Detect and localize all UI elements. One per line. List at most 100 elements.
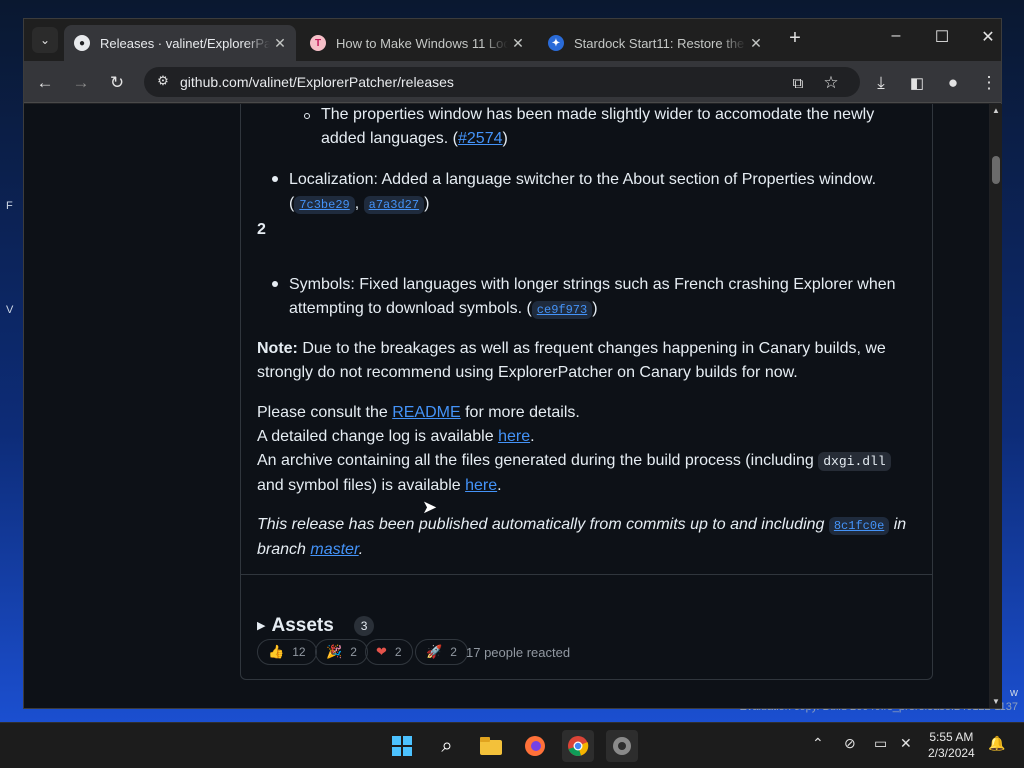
item-text-end: ) <box>502 130 508 147</box>
file-explorer-icon[interactable] <box>475 730 507 762</box>
archive-link[interactable]: here <box>465 477 497 494</box>
forward-button[interactable]: → <box>68 70 94 96</box>
scroll-thumb[interactable] <box>992 156 1000 184</box>
page-viewport: The properties window has been made slig… <box>24 104 989 708</box>
close-window-button[interactable]: ✕ <box>973 27 1003 47</box>
text: A detailed change log is available <box>257 428 499 445</box>
site-icon: T <box>310 35 326 51</box>
desktop-icon-labels: FV <box>6 200 14 316</box>
reaction-count: 12 <box>292 645 306 659</box>
list-bullet <box>272 176 278 182</box>
tab-title: Stardock Start11: Restore the Cl <box>574 35 746 51</box>
address-bar[interactable]: ⚙ github.com/valinet/ExplorerPatcher/rel… <box>144 67 860 97</box>
reaction-count: 2 <box>394 645 402 659</box>
bookmark-star-icon[interactable]: ☆ <box>818 70 844 96</box>
stardock-icon: ✦ <box>548 35 564 51</box>
notification-bell-icon[interactable]: 🔔 <box>988 735 1005 752</box>
side-panel-icon[interactable]: ◧ <box>904 70 930 96</box>
automation-paragraph: This release has been published automati… <box>257 516 907 558</box>
commit-link[interactable]: a7a3d27 <box>363 196 425 214</box>
release-note-item: Symbols: Fixed languages with longer str… <box>289 276 896 319</box>
reaction-tada[interactable]: 🎉 2 <box>315 639 368 665</box>
commit-link[interactable]: ce9f973 <box>531 301 593 319</box>
tab-title: Releases · valinet/ExplorerPatcher <box>100 35 270 51</box>
settings-app-icon[interactable] <box>606 730 638 762</box>
taskbar: ⌕ ⌃ ⊘ ▭ ✕ 5:55 AM 2/3/2024 🔔 <box>0 722 1024 768</box>
firefox-logo-icon <box>525 736 545 756</box>
volume-muted-icon[interactable]: ✕ <box>900 735 912 752</box>
text: Please consult the <box>257 404 393 421</box>
text: An archive containing all the files gene… <box>257 452 819 469</box>
maximize-button[interactable]: ☐ <box>927 27 957 47</box>
tab-search-button[interactable]: ⌄ <box>32 27 58 53</box>
triangle-right-icon: ▶ <box>257 620 266 632</box>
back-button[interactable]: ← <box>32 70 58 96</box>
tab-releases[interactable]: ● Releases · valinet/ExplorerPatcher ✕ <box>64 25 296 61</box>
chevron-down-icon: ⌄ <box>39 33 51 47</box>
chrome-icon[interactable] <box>562 730 594 762</box>
tab-title: How to Make Windows 11 Look <box>336 35 508 51</box>
close-icon[interactable]: ✕ <box>508 35 528 52</box>
reaction-heart[interactable]: ❤ 2 <box>365 639 413 665</box>
page-scrollbar[interactable]: ▲ ▼ <box>990 104 1002 708</box>
rocket-icon: 🚀 <box>426 644 443 659</box>
url-text[interactable]: github.com/valinet/ExplorerPatcher/relea… <box>180 74 454 90</box>
item-text: The properties window has been made slig… <box>321 106 875 147</box>
network-disconnected-icon[interactable]: ⊘ <box>844 735 856 752</box>
display-icon[interactable]: ▭ <box>874 735 887 752</box>
scroll-up-icon[interactable]: ▲ <box>991 106 1001 115</box>
release-note-item: The properties window has been made slig… <box>321 104 891 151</box>
start-button[interactable] <box>386 730 418 762</box>
chrome-logo-icon <box>568 736 589 756</box>
site-settings-icon[interactable]: ⚙ <box>154 73 172 91</box>
issue-link[interactable]: #2574 <box>458 130 503 147</box>
section-heading: 2 <box>257 221 266 238</box>
card-divider <box>241 574 932 575</box>
search-icon[interactable]: ⌕ <box>431 730 463 762</box>
assets-heading: Assets <box>271 615 334 636</box>
reaction-count: 2 <box>450 645 457 659</box>
profile-icon[interactable]: ● <box>940 70 966 96</box>
install-app-icon[interactable]: ⧉ <box>785 70 811 96</box>
reaction-thumbs-up[interactable]: 👍 12 <box>257 639 317 665</box>
commit-link[interactable]: 8c1fc0e <box>828 517 890 535</box>
note-paragraph: Note: Due to the breakages as well as fr… <box>257 337 907 385</box>
chevron-up-icon[interactable]: ⌃ <box>812 735 824 752</box>
note-text: Due to the breakages as well as frequent… <box>257 340 886 381</box>
chrome-window: ⌄ ● Releases · valinet/ExplorerPatcher ✕… <box>23 18 1002 709</box>
links-paragraph: Please consult the README for more detai… <box>257 401 917 498</box>
download-icon[interactable]: ⤓ <box>868 70 894 96</box>
sub-bullet <box>304 113 310 119</box>
system-clock[interactable]: 5:55 AM 2/3/2024 <box>928 729 975 761</box>
github-icon: ● <box>74 35 90 51</box>
clock-date: 2/3/2024 <box>928 746 975 760</box>
reaction-count: 2 <box>350 645 357 659</box>
firefox-icon[interactable] <box>519 730 551 762</box>
close-icon[interactable]: ✕ <box>746 35 766 52</box>
minimize-button[interactable]: – <box>881 27 911 45</box>
reload-button[interactable]: ↻ <box>104 70 130 96</box>
assets-toggle[interactable]: ▶ Assets 3 <box>257 614 375 638</box>
reaction-rocket[interactable]: 🚀 2 <box>415 639 468 665</box>
commit-link[interactable]: 7c3be29 <box>294 196 355 214</box>
windows-icon <box>392 736 412 756</box>
tab-how-to[interactable]: T How to Make Windows 11 Look ✕ <box>300 25 534 61</box>
menu-icon[interactable]: ⋮ <box>976 70 1002 96</box>
branch-link[interactable]: master <box>310 541 358 558</box>
new-tab-button[interactable]: + <box>782 27 808 50</box>
mouse-cursor-icon: ➤ <box>422 497 438 517</box>
item-text: Symbols: Fixed languages with longer str… <box>289 276 896 317</box>
release-note-item: Localization: Added a language switcher … <box>289 171 877 214</box>
browser-toolbar: ← → ↻ ⚙ github.com/valinet/ExplorerPatch… <box>24 61 1001 103</box>
text: for more details. <box>460 404 580 421</box>
scroll-down-icon[interactable]: ▼ <box>991 697 1001 706</box>
changelog-link[interactable]: here <box>498 428 530 445</box>
readme-link[interactable]: README <box>392 404 460 421</box>
clock-time: 5:55 AM <box>929 730 974 744</box>
tada-icon: 🎉 <box>326 644 343 659</box>
list-bullet <box>272 281 278 287</box>
close-icon[interactable]: ✕ <box>270 35 290 52</box>
inline-code: dxgi.dll <box>818 452 891 471</box>
tab-strip: ⌄ ● Releases · valinet/ExplorerPatcher ✕… <box>24 19 1001 61</box>
tab-stardock[interactable]: ✦ Stardock Start11: Restore the Cl ✕ <box>538 25 772 61</box>
